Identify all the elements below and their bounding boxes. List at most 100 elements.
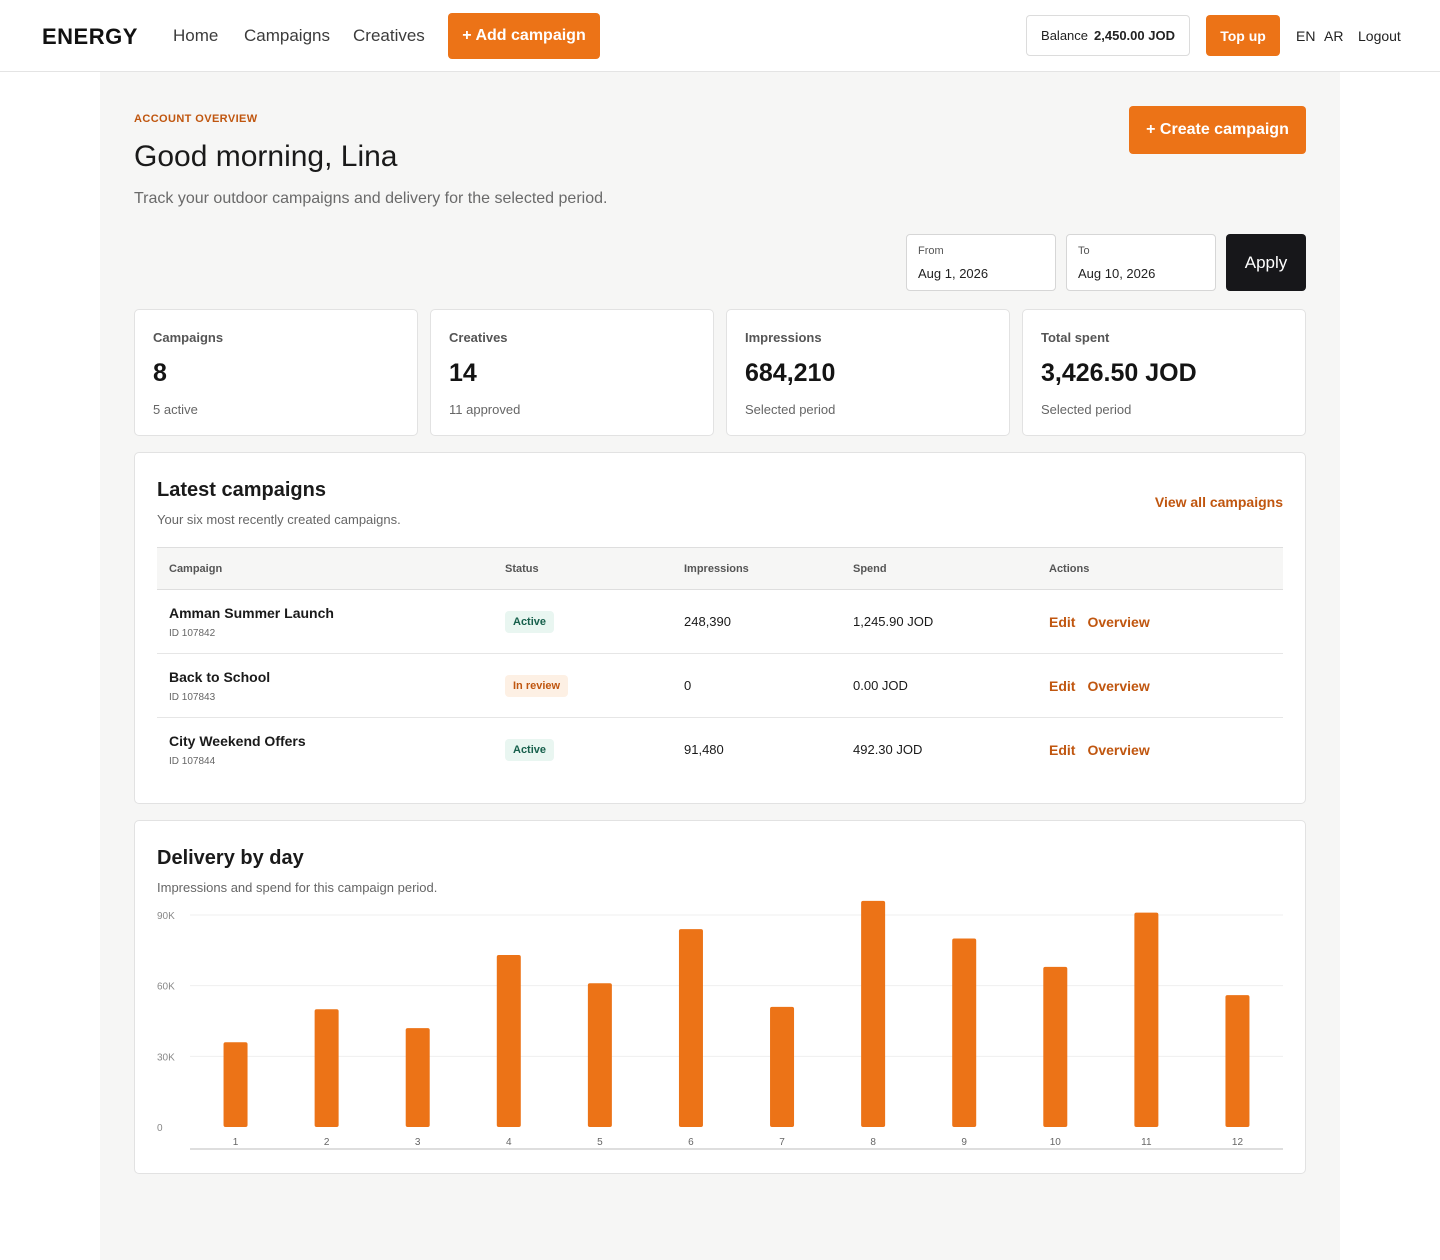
chart-bar[interactable] — [861, 900, 886, 1127]
status-badge: Active — [505, 610, 555, 633]
delivery-panel: Delivery by day Impressions and spend fo… — [134, 820, 1306, 1174]
balance-value: 2,450.00 JOD — [1094, 28, 1175, 43]
chart-bar[interactable] — [496, 955, 521, 1127]
page-subtitle: Track your outdoor campaigns and deliver… — [134, 190, 608, 207]
stat-card-total-spent: Total spent 3,426.50 JOD Selected period — [1022, 309, 1306, 436]
chart-bar[interactable] — [770, 1006, 795, 1127]
delivery-bar-chart: 030K60K90K1 2 3 4 5 6 7 8 9 10 11 12 — [157, 900, 1283, 1150]
campaigns-table: Campaign Status Impressions Spend Action… — [157, 547, 1283, 782]
stat-value: 684,210 — [745, 359, 836, 387]
stat-sub: 11 approved — [449, 402, 521, 417]
y-tick-label: 60K — [157, 982, 175, 993]
lang-ar-link[interactable]: AR — [1324, 28, 1343, 44]
x-tick-label: 9 — [961, 1137, 967, 1148]
latest-campaigns-title: Latest campaigns — [157, 479, 326, 501]
top-navbar: ENERGY Home Campaigns Creatives + Add ca… — [0, 0, 1440, 72]
create-campaign-button[interactable]: + Create campaign — [1129, 106, 1306, 154]
balance-label: Balance — [1041, 28, 1089, 43]
top-up-button[interactable]: Top up — [1206, 15, 1280, 56]
date-to-label: To — [1078, 245, 1090, 257]
chart-bar[interactable] — [405, 1028, 430, 1127]
main-content: ACCOUNT OVERVIEW Good morning, Lina Trac… — [100, 72, 1340, 1260]
x-tick-label: 12 — [1232, 1137, 1244, 1148]
chart-bar[interactable] — [314, 1009, 339, 1127]
edit-link[interactable]: Edit — [1049, 742, 1075, 758]
chart-bar[interactable] — [1134, 912, 1159, 1127]
stat-label: Creatives — [449, 330, 508, 345]
x-tick-label: 2 — [324, 1137, 330, 1148]
view-all-campaigns-link[interactable]: View all campaigns — [1155, 494, 1283, 510]
campaign-name[interactable]: Amman Summer Launch — [169, 605, 493, 621]
stat-card-campaigns: Campaigns 8 5 active — [134, 309, 418, 436]
status-badge: In review — [505, 674, 569, 697]
stat-card-impressions: Impressions 684,210 Selected period — [726, 309, 1010, 436]
chart-bar[interactable] — [952, 938, 977, 1127]
table-row: Back to School ID 107843 In review 0 0.00… — [157, 653, 1283, 718]
column-header-spend[interactable]: Spend — [841, 547, 1037, 590]
nav-creatives-link[interactable]: Creatives — [353, 26, 425, 46]
impressions-cell: 248,390 — [672, 589, 841, 654]
stat-sub: Selected period — [1041, 402, 1132, 417]
edit-link[interactable]: Edit — [1049, 614, 1075, 630]
table-row: Amman Summer Launch ID 107842 Active 248,… — [157, 589, 1283, 654]
spend-cell: 1,245.90 JOD — [841, 589, 1037, 654]
campaign-name[interactable]: Back to School — [169, 669, 493, 685]
date-from-label: From — [918, 245, 944, 257]
y-tick-label: 0 — [157, 1123, 163, 1134]
date-from-field[interactable]: From Aug 1, 2026 — [906, 234, 1056, 291]
nav-campaigns-link[interactable]: Campaigns — [244, 26, 330, 46]
spend-cell: 492.30 JOD — [853, 742, 923, 758]
edit-link[interactable]: Edit — [1049, 678, 1075, 694]
latest-campaigns-panel: Latest campaigns Your six most recently … — [134, 452, 1306, 804]
stat-label: Total spent — [1041, 330, 1110, 345]
stat-value: 8 — [153, 359, 167, 387]
section-eyebrow: ACCOUNT OVERVIEW — [134, 113, 258, 125]
stat-sub: Selected period — [745, 402, 836, 417]
campaign-name[interactable]: City Weekend Offers — [169, 733, 493, 749]
overview-link[interactable]: Overview — [1087, 678, 1149, 694]
stat-label: Campaigns — [153, 330, 224, 345]
x-tick-label: 5 — [597, 1137, 603, 1148]
latest-campaigns-subtitle: Your six most recently created campaigns… — [157, 512, 401, 527]
overview-link[interactable]: Overview — [1087, 742, 1149, 758]
stat-label: Impressions — [745, 330, 822, 345]
x-tick-label: 4 — [506, 1137, 512, 1148]
table-row: City Weekend Offers ID 107844 Active 91,4… — [157, 718, 1283, 782]
add-campaign-button[interactable]: + Add campaign — [448, 13, 600, 59]
chart-bar[interactable] — [587, 983, 612, 1127]
apply-button[interactable]: Apply — [1226, 234, 1306, 291]
impressions-cell: 0 — [672, 653, 841, 718]
campaign-id: ID 107844 — [169, 755, 216, 767]
column-header-status[interactable]: Status — [493, 547, 672, 590]
campaign-id: ID 107843 — [169, 691, 216, 703]
column-header-actions: Actions — [1037, 547, 1283, 590]
chart-bar[interactable] — [223, 1042, 248, 1127]
x-tick-label: 3 — [415, 1137, 421, 1148]
x-tick-label: 7 — [779, 1137, 785, 1148]
logout-link[interactable]: Logout — [1358, 28, 1401, 44]
brand-logo[interactable]: ENERGY — [42, 24, 138, 50]
status-badge: Active — [505, 738, 555, 761]
campaign-id: ID 107842 — [169, 627, 216, 639]
nav-home-link[interactable]: Home — [173, 26, 218, 46]
chart-bar[interactable] — [1225, 995, 1250, 1127]
balance-display: Balance 2,450.00 JOD — [1026, 15, 1190, 56]
x-tick-label: 6 — [688, 1137, 694, 1148]
spend-cell: 0.00 JOD — [841, 653, 1037, 718]
stat-value: 3,426.50 JOD — [1041, 359, 1197, 387]
y-tick-label: 90K — [157, 911, 175, 922]
column-header-campaign[interactable]: Campaign — [157, 547, 493, 590]
x-tick-label: 8 — [870, 1137, 876, 1148]
overview-link[interactable]: Overview — [1087, 614, 1149, 630]
date-to-field[interactable]: To Aug 10, 2026 — [1066, 234, 1216, 291]
lang-en-link[interactable]: EN — [1296, 28, 1315, 44]
date-from-value[interactable]: Aug 1, 2026 — [918, 266, 1044, 281]
chart-bar[interactable] — [678, 929, 703, 1127]
date-to-value[interactable]: Aug 10, 2026 — [1078, 266, 1204, 281]
x-tick-label: 11 — [1141, 1137, 1152, 1148]
column-header-impressions[interactable]: Impressions — [672, 547, 841, 590]
page-title: Good morning, Lina — [134, 140, 398, 173]
y-tick-label: 30K — [157, 1052, 175, 1063]
x-tick-label: 10 — [1050, 1137, 1062, 1148]
chart-bar[interactable] — [1043, 966, 1068, 1127]
